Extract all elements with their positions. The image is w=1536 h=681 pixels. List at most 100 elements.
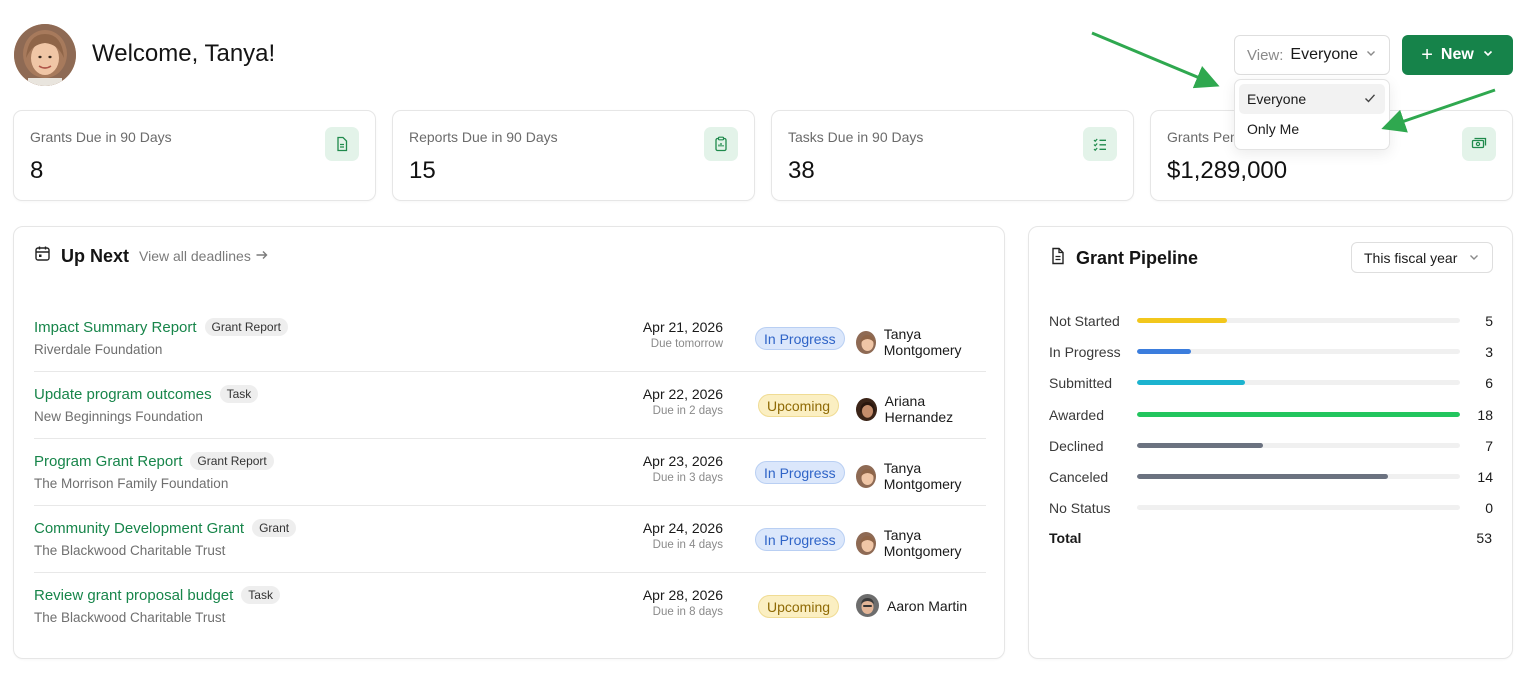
pipeline-bar-track [1137,474,1460,479]
clipboard-icon [704,127,738,161]
row-item-link[interactable]: Update program outcomes [34,386,212,403]
pipeline-bar-fill [1137,474,1389,479]
welcome-heading: Welcome, Tanya! [92,40,276,67]
view-filter-label: View: [1247,46,1284,64]
avatar [856,397,877,421]
check-icon [1363,91,1377,108]
view-all-deadlines-link[interactable]: View all deadlines [139,248,269,264]
row-due-relative: Due in 3 days [652,472,723,484]
dropdown-option-everyone[interactable]: Everyone [1239,84,1385,114]
pipeline-row[interactable]: No Status 0 [1049,498,1493,518]
new-button-label: New [1440,46,1474,63]
assignee-name: Aaron Martin [887,597,968,614]
pipeline-bar-track [1137,380,1460,386]
row-type-tag: Grant [252,519,297,537]
row-item-link[interactable]: Review grant proposal budget [34,587,233,604]
row-date: Apr 23, 2026 Due in 3 days [643,453,723,484]
pipeline-status-label: Submitted [1049,375,1113,392]
row-organization: The Blackwood Charitable Trust [34,610,226,625]
row-organization: Riverdale Foundation [34,342,163,357]
row-organization: New Beginnings Foundation [34,409,203,424]
row-type-tag: Task [241,586,280,604]
option-label: Everyone [1247,91,1307,107]
view-filter-select[interactable]: View: Everyone [1234,35,1390,75]
pipeline-bar-fill [1137,411,1460,417]
avatar [856,464,876,488]
stat-value: 38 [788,157,815,184]
stat-value: 15 [409,157,436,184]
pipeline-row[interactable]: Declined 7 [1049,436,1493,456]
pipeline-bar-track [1137,318,1460,323]
pipeline-status-label: Declined [1049,437,1104,454]
stat-card-tasks-due[interactable]: Tasks Due in 90 Days 38 [771,110,1134,201]
row-title: Community Development Grant Grant [34,519,297,537]
assignee-name: Tanya Montgomery [883,527,962,559]
new-button[interactable]: + New [1402,35,1513,75]
row-due-relative: Due in 4 days [652,539,723,551]
row-organization: The Morrison Family Foundation [34,476,229,491]
stat-value: 8 [30,157,44,184]
document-icon [1049,247,1066,270]
pipeline-status-label: No Status [1049,500,1111,517]
stat-card-reports-due[interactable]: Reports Due in 90 Days 15 [392,110,755,201]
pipeline-count: 5 [1485,313,1493,329]
pipeline-total-label: Total [1049,530,1082,546]
row-type-tag: Grant Report [190,452,274,470]
pipeline-count: 0 [1485,500,1493,517]
pipeline-count: 3 [1485,344,1493,361]
pipeline-row[interactable]: In Progress 3 [1049,342,1493,362]
up-next-panel: Up Next View all deadlines Impact Summar… [13,226,1005,659]
row-due-relative: Due in 8 days [652,606,723,618]
row-date: Apr 28, 2026 Due in 8 days [643,587,723,618]
pipeline-row[interactable]: Canceled 14 [1049,467,1493,487]
row-title: Update program outcomes Task [34,385,259,403]
row-type-tag: Task [219,385,259,403]
up-next-title: Up Next [61,245,130,266]
annotation-arrow [1091,31,1220,89]
pipeline-bar-track [1137,442,1460,448]
stat-title: Grants Pen [1167,129,1238,145]
pipeline-count: 6 [1485,375,1493,392]
period-select[interactable]: This fiscal year [1351,242,1493,273]
pipeline-bar-fill [1137,380,1245,386]
row-item-link[interactable]: Impact Summary Report [34,319,197,336]
deadline-row[interactable]: Update program outcomes Task New Beginni… [34,372,986,439]
pipeline-bar-fill [1137,349,1191,355]
status-badge: Upcoming [758,595,840,618]
pipeline-row[interactable]: Submitted 6 [1049,373,1493,393]
avatar [856,330,876,354]
assignee-name: Tanya Montgomery [883,326,962,358]
pipeline-row[interactable]: Not Started 5 [1049,311,1493,331]
pipeline-row[interactable]: Awarded 18 [1049,405,1493,425]
option-label: Only Me [1247,121,1300,137]
pipeline-bar-fill [1137,318,1227,323]
deadline-row[interactable]: Impact Summary Report Grant Report River… [34,305,986,372]
row-date-value: Apr 22, 2026 [642,386,723,402]
stat-title: Reports Due in 90 Days [409,129,558,145]
row-date-value: Apr 21, 2026 [642,319,723,335]
document-icon [325,127,359,161]
row-item-link[interactable]: Community Development Grant [34,520,244,537]
stat-value: $1,289,000 [1167,157,1288,184]
row-type-tag: Grant Report [204,318,288,336]
row-organization: The Blackwood Charitable Trust [34,543,226,558]
deadline-row[interactable]: Review grant proposal budget Task The Bl… [34,573,986,640]
avatar [856,531,876,555]
deadline-row[interactable]: Program Grant Report Grant Report The Mo… [34,439,986,506]
status-badge: In Progress [755,528,845,551]
row-item-link[interactable]: Program Grant Report [34,453,182,470]
pipeline-count: 7 [1485,437,1493,454]
up-next-header: Up Next View all deadlines [34,245,269,267]
dropdown-option-only-me[interactable]: Only Me [1239,114,1385,144]
row-title: Impact Summary Report Grant Report [34,318,288,336]
stat-title: Grants Due in 90 Days [30,129,172,145]
pipeline-status-label: In Progress [1049,344,1121,361]
row-due-relative: Due in 2 days [652,405,723,417]
pipeline-total-value: 53 [1476,530,1492,546]
deadline-row[interactable]: Community Development Grant Grant The Bl… [34,506,986,573]
stat-card-grants-due[interactable]: Grants Due in 90 Days 8 [13,110,376,201]
row-assignee: Aaron Martin [856,594,967,617]
period-value: This fiscal year [1364,249,1458,266]
pipeline-status-label: Awarded [1049,406,1105,423]
user-avatar[interactable] [14,24,76,86]
